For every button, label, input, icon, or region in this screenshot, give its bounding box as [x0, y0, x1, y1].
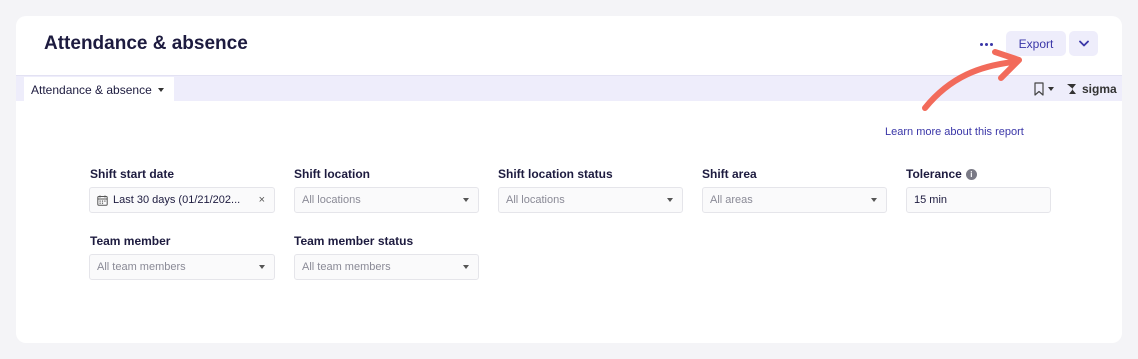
- shift-area-placeholder: All areas: [710, 194, 753, 206]
- shift-area-select[interactable]: All areas: [702, 187, 887, 213]
- shift-start-date-label: Shift start date: [90, 167, 175, 181]
- shift-start-date-field[interactable]: Last 30 days (01/21/202... ×: [89, 187, 275, 213]
- team-member-select[interactable]: All team members: [89, 254, 275, 280]
- caret-down-icon: [667, 198, 673, 202]
- tolerance-label: Tolerance: [906, 167, 962, 181]
- shift-location-select[interactable]: All locations: [294, 187, 479, 213]
- shift-location-status-placeholder: All locations: [506, 194, 565, 206]
- sigma-logo-icon: [1067, 84, 1076, 94]
- caret-down-icon: [463, 265, 469, 269]
- arrow-annotation-icon: [922, 49, 1022, 111]
- tolerance-value: 15 min: [914, 194, 948, 206]
- export-dropdown-button[interactable]: [1069, 31, 1098, 56]
- team-member-placeholder: All team members: [97, 261, 186, 273]
- report-card: Attendance & absence Export Attendance &…: [16, 16, 1122, 343]
- team-member-status-select[interactable]: All team members: [294, 254, 479, 280]
- tab-attendance-absence[interactable]: Attendance & absence: [24, 77, 174, 102]
- tolerance-label-row: Tolerance i: [906, 167, 977, 181]
- page-title: Attendance & absence: [44, 33, 248, 54]
- info-icon[interactable]: i: [965, 169, 977, 181]
- chevron-down-icon: [1078, 40, 1089, 47]
- calendar-icon: [97, 195, 108, 206]
- shift-location-placeholder: All locations: [302, 194, 361, 206]
- tolerance-input[interactable]: 15 min: [906, 187, 1051, 213]
- team-member-label: Team member: [90, 234, 171, 248]
- shift-location-label: Shift location: [294, 167, 370, 181]
- team-member-status-label: Team member status: [294, 234, 414, 248]
- caret-down-icon: [259, 265, 265, 269]
- brand-name: sigma: [1082, 82, 1117, 96]
- caret-down-icon: [463, 198, 469, 202]
- clear-icon[interactable]: ×: [259, 194, 265, 206]
- shift-location-status-label: Shift location status: [498, 167, 613, 181]
- shift-area-label: Shift area: [702, 167, 757, 181]
- caret-down-icon: [157, 87, 164, 92]
- sigma-logo: sigma: [1066, 81, 1117, 97]
- caret-down-icon: [871, 198, 877, 202]
- shift-location-status-select[interactable]: All locations: [498, 187, 683, 213]
- shift-start-date-value: Last 30 days (01/21/202...: [113, 194, 241, 206]
- team-member-status-placeholder: All team members: [302, 261, 391, 273]
- tab-label: Attendance & absence: [31, 82, 152, 97]
